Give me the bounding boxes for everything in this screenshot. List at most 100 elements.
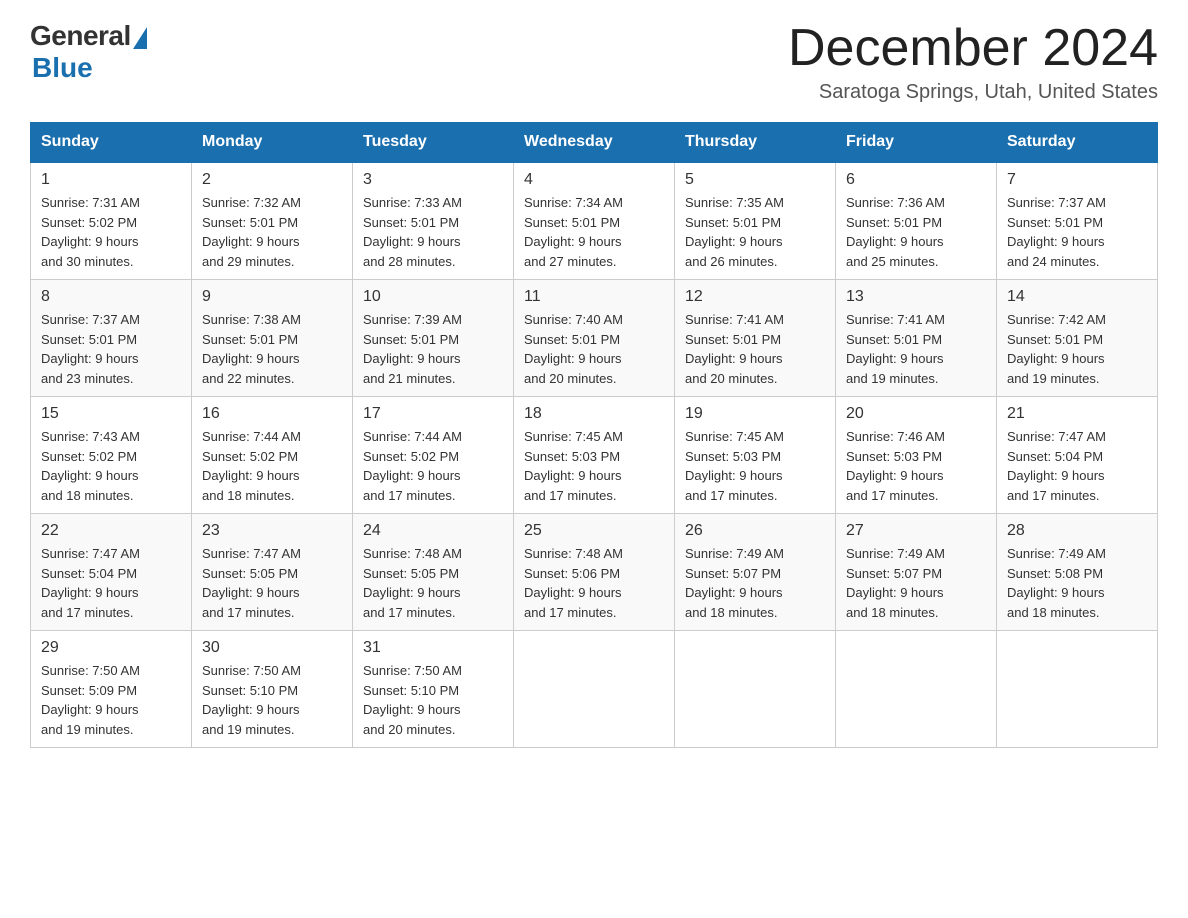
day-number: 26 xyxy=(685,522,825,540)
day-info: Sunrise: 7:50 AMSunset: 5:10 PMDaylight:… xyxy=(202,661,342,739)
day-info: Sunrise: 7:41 AMSunset: 5:01 PMDaylight:… xyxy=(846,310,986,388)
day-info: Sunrise: 7:48 AMSunset: 5:06 PMDaylight:… xyxy=(524,544,664,622)
month-title: December 2024 xyxy=(788,20,1158,77)
calendar-table: SundayMondayTuesdayWednesdayThursdayFrid… xyxy=(30,122,1158,748)
day-number: 7 xyxy=(1007,171,1147,189)
day-info: Sunrise: 7:41 AMSunset: 5:01 PMDaylight:… xyxy=(685,310,825,388)
day-number: 8 xyxy=(41,288,181,306)
calendar-day-cell: 23 Sunrise: 7:47 AMSunset: 5:05 PMDayligh… xyxy=(192,514,353,631)
day-number: 10 xyxy=(363,288,503,306)
day-info: Sunrise: 7:36 AMSunset: 5:01 PMDaylight:… xyxy=(846,193,986,271)
day-info: Sunrise: 7:49 AMSunset: 5:07 PMDaylight:… xyxy=(846,544,986,622)
day-number: 27 xyxy=(846,522,986,540)
day-info: Sunrise: 7:44 AMSunset: 5:02 PMDaylight:… xyxy=(202,427,342,505)
calendar-day-cell: 4 Sunrise: 7:34 AMSunset: 5:01 PMDaylight… xyxy=(514,162,675,280)
day-info: Sunrise: 7:49 AMSunset: 5:07 PMDaylight:… xyxy=(685,544,825,622)
day-number: 15 xyxy=(41,405,181,423)
calendar-day-cell: 30 Sunrise: 7:50 AMSunset: 5:10 PMDayligh… xyxy=(192,631,353,748)
day-number: 1 xyxy=(41,171,181,189)
calendar-week-row: 1 Sunrise: 7:31 AMSunset: 5:02 PMDaylight… xyxy=(31,162,1158,280)
calendar-day-cell: 10 Sunrise: 7:39 AMSunset: 5:01 PMDayligh… xyxy=(353,280,514,397)
calendar-day-cell: 29Sunrise: 7:50 AMSunset: 5:09 PMDayligh… xyxy=(31,631,192,748)
calendar-header-row: SundayMondayTuesdayWednesdayThursdayFrid… xyxy=(31,123,1158,163)
day-number: 4 xyxy=(524,171,664,189)
col-header-wednesday: Wednesday xyxy=(514,123,675,163)
calendar-day-cell: 5 Sunrise: 7:35 AMSunset: 5:01 PMDaylight… xyxy=(675,162,836,280)
day-info: Sunrise: 7:33 AMSunset: 5:01 PMDaylight:… xyxy=(363,193,503,271)
calendar-day-cell: 3 Sunrise: 7:33 AMSunset: 5:01 PMDaylight… xyxy=(353,162,514,280)
day-info: Sunrise: 7:48 AMSunset: 5:05 PMDaylight:… xyxy=(363,544,503,622)
day-info: Sunrise: 7:32 AMSunset: 5:01 PMDaylight:… xyxy=(202,193,342,271)
calendar-day-cell: 6 Sunrise: 7:36 AMSunset: 5:01 PMDaylight… xyxy=(836,162,997,280)
title-section: December 2024 Saratoga Springs, Utah, Un… xyxy=(788,20,1158,104)
day-number: 6 xyxy=(846,171,986,189)
day-info: Sunrise: 7:31 AMSunset: 5:02 PMDaylight:… xyxy=(41,193,181,271)
calendar-day-cell: 27 Sunrise: 7:49 AMSunset: 5:07 PMDayligh… xyxy=(836,514,997,631)
day-number: 20 xyxy=(846,405,986,423)
calendar-day-cell: 25 Sunrise: 7:48 AMSunset: 5:06 PMDayligh… xyxy=(514,514,675,631)
logo: General Blue xyxy=(30,20,147,84)
day-info: Sunrise: 7:50 AMSunset: 5:09 PMDaylight:… xyxy=(41,661,181,739)
day-info: Sunrise: 7:45 AMSunset: 5:03 PMDaylight:… xyxy=(524,427,664,505)
day-info: Sunrise: 7:42 AMSunset: 5:01 PMDaylight:… xyxy=(1007,310,1147,388)
calendar-day-cell: 16 Sunrise: 7:44 AMSunset: 5:02 PMDayligh… xyxy=(192,397,353,514)
logo-blue-text: Blue xyxy=(32,52,93,84)
day-number: 31 xyxy=(363,639,503,657)
logo-general-text: General xyxy=(30,20,131,52)
calendar-day-cell: 8Sunrise: 7:37 AMSunset: 5:01 PMDaylight… xyxy=(31,280,192,397)
day-info: Sunrise: 7:49 AMSunset: 5:08 PMDaylight:… xyxy=(1007,544,1147,622)
day-info: Sunrise: 7:39 AMSunset: 5:01 PMDaylight:… xyxy=(363,310,503,388)
calendar-day-cell: 26 Sunrise: 7:49 AMSunset: 5:07 PMDayligh… xyxy=(675,514,836,631)
day-info: Sunrise: 7:43 AMSunset: 5:02 PMDaylight:… xyxy=(41,427,181,505)
calendar-day-cell: 1 Sunrise: 7:31 AMSunset: 5:02 PMDaylight… xyxy=(31,162,192,280)
day-number: 18 xyxy=(524,405,664,423)
calendar-day-cell: 17Sunrise: 7:44 AMSunset: 5:02 PMDayligh… xyxy=(353,397,514,514)
page-header: General Blue December 2024 Saratoga Spri… xyxy=(30,20,1158,104)
day-number: 21 xyxy=(1007,405,1147,423)
calendar-day-cell: 28Sunrise: 7:49 AMSunset: 5:08 PMDayligh… xyxy=(997,514,1158,631)
calendar-day-cell: 11 Sunrise: 7:40 AMSunset: 5:01 PMDayligh… xyxy=(514,280,675,397)
logo-triangle-icon xyxy=(133,27,147,49)
calendar-day-cell: 12 Sunrise: 7:41 AMSunset: 5:01 PMDayligh… xyxy=(675,280,836,397)
calendar-day-cell xyxy=(675,631,836,748)
calendar-day-cell: 19Sunrise: 7:45 AMSunset: 5:03 PMDayligh… xyxy=(675,397,836,514)
calendar-day-cell: 18 Sunrise: 7:45 AMSunset: 5:03 PMDayligh… xyxy=(514,397,675,514)
day-number: 14 xyxy=(1007,288,1147,306)
calendar-day-cell: 7 Sunrise: 7:37 AMSunset: 5:01 PMDaylight… xyxy=(997,162,1158,280)
col-header-thursday: Thursday xyxy=(675,123,836,163)
day-number: 3 xyxy=(363,171,503,189)
col-header-sunday: Sunday xyxy=(31,123,192,163)
day-number: 5 xyxy=(685,171,825,189)
day-number: 24 xyxy=(363,522,503,540)
day-info: Sunrise: 7:40 AMSunset: 5:01 PMDaylight:… xyxy=(524,310,664,388)
day-number: 16 xyxy=(202,405,342,423)
calendar-day-cell: 2 Sunrise: 7:32 AMSunset: 5:01 PMDaylight… xyxy=(192,162,353,280)
day-number: 25 xyxy=(524,522,664,540)
day-number: 12 xyxy=(685,288,825,306)
day-info: Sunrise: 7:35 AMSunset: 5:01 PMDaylight:… xyxy=(685,193,825,271)
calendar-day-cell: 22Sunrise: 7:47 AMSunset: 5:04 PMDayligh… xyxy=(31,514,192,631)
day-info: Sunrise: 7:47 AMSunset: 5:04 PMDaylight:… xyxy=(1007,427,1147,505)
day-number: 9 xyxy=(202,288,342,306)
day-info: Sunrise: 7:44 AMSunset: 5:02 PMDaylight:… xyxy=(363,427,503,505)
calendar-day-cell: 15 Sunrise: 7:43 AMSunset: 5:02 PMDayligh… xyxy=(31,397,192,514)
day-number: 19 xyxy=(685,405,825,423)
calendar-day-cell: 21 Sunrise: 7:47 AMSunset: 5:04 PMDayligh… xyxy=(997,397,1158,514)
calendar-day-cell: 20 Sunrise: 7:46 AMSunset: 5:03 PMDayligh… xyxy=(836,397,997,514)
col-header-friday: Friday xyxy=(836,123,997,163)
day-number: 30 xyxy=(202,639,342,657)
calendar-day-cell: 13Sunrise: 7:41 AMSunset: 5:01 PMDayligh… xyxy=(836,280,997,397)
day-number: 11 xyxy=(524,288,664,306)
day-info: Sunrise: 7:37 AMSunset: 5:01 PMDaylight:… xyxy=(1007,193,1147,271)
day-info: Sunrise: 7:46 AMSunset: 5:03 PMDaylight:… xyxy=(846,427,986,505)
day-info: Sunrise: 7:38 AMSunset: 5:01 PMDaylight:… xyxy=(202,310,342,388)
col-header-saturday: Saturday xyxy=(997,123,1158,163)
day-info: Sunrise: 7:47 AMSunset: 5:05 PMDaylight:… xyxy=(202,544,342,622)
day-number: 2 xyxy=(202,171,342,189)
col-header-tuesday: Tuesday xyxy=(353,123,514,163)
day-number: 23 xyxy=(202,522,342,540)
calendar-day-cell xyxy=(836,631,997,748)
day-info: Sunrise: 7:34 AMSunset: 5:01 PMDaylight:… xyxy=(524,193,664,271)
location-title: Saratoga Springs, Utah, United States xyxy=(788,81,1158,104)
calendar-day-cell: 14 Sunrise: 7:42 AMSunset: 5:01 PMDayligh… xyxy=(997,280,1158,397)
